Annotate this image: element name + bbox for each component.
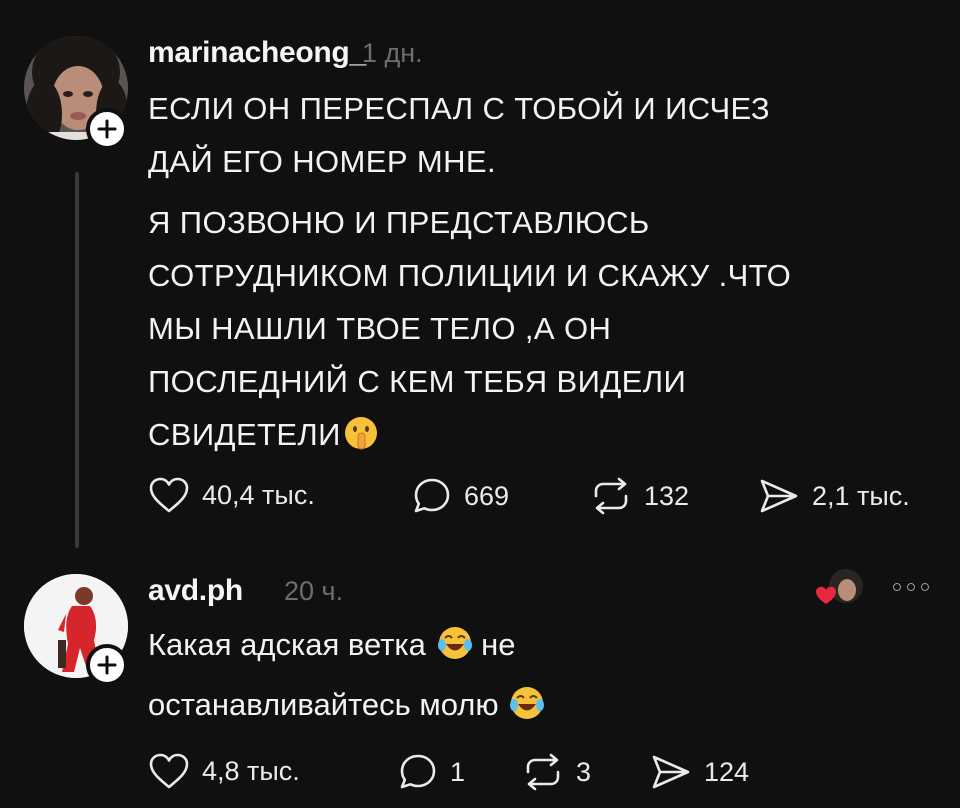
share-button[interactable]: 124 <box>650 752 749 792</box>
comment-icon <box>414 478 450 513</box>
tears-of-joy-emoji <box>509 684 545 738</box>
thread-line <box>75 172 79 548</box>
post-text-segment: ПОСЛЕДНИЙ С КЕМ ТЕБЯ ВИДЕЛИ <box>148 364 687 399</box>
more-dot <box>907 583 915 591</box>
post-text-line: СВИДЕТЕЛИ <box>148 408 938 467</box>
post-text-segment: СВИДЕТЕЛИ <box>148 417 341 452</box>
author-liked-indicator <box>810 566 866 610</box>
tears-of-joy-emoji <box>437 624 473 678</box>
post-text-line: МЫ НАШЛИ ТВОЕ ТЕЛО ,А ОН <box>148 311 612 346</box>
author-avatar-icon <box>816 569 863 604</box>
plus-icon <box>97 655 117 675</box>
send-icon <box>652 755 690 789</box>
reply-text-segment: Какая адская ветка <box>148 627 426 662</box>
repost-count: 3 <box>576 756 592 787</box>
repost-button[interactable]: 132 <box>590 476 689 516</box>
shushing-face-emoji <box>343 414 379 467</box>
post-text-line: ЕСЛИ ОН ПЕРЕСПАЛ С ТОБОЙ И ИСЧЕЗ <box>148 91 771 126</box>
more-dot <box>921 583 929 591</box>
more-dot <box>893 583 901 591</box>
reply-count: 1 <box>450 756 466 787</box>
reply-username[interactable]: avd.ph <box>148 574 243 608</box>
reply-button[interactable]: 669 <box>412 476 509 516</box>
heart-icon <box>149 753 189 789</box>
post-text: ЕСЛИ ОН ПЕРЕСПАЛ С ТОБОЙ И ИСЧЕЗ ДАЙ ЕГО… <box>148 82 938 467</box>
post-text-line: Я ПОЗВОНЮ И ПРЕДСТАВЛЮСЬ <box>148 205 650 240</box>
like-button[interactable]: 40,4 тыс. <box>148 476 315 514</box>
repost-button[interactable]: 3 <box>522 752 591 792</box>
post-text-line: ПОСЛЕДНИЙ С КЕМ ТЕБЯ ВИДЕЛИ <box>148 355 938 408</box>
comment-icon <box>400 754 436 789</box>
share-button[interactable]: 2,1 тыс. <box>758 476 910 516</box>
reply-text-segment: останавливайтесь молю <box>148 687 499 722</box>
reply-text: Какая адская ветка не останавливайтесь м… <box>148 618 928 738</box>
repost-count: 132 <box>644 480 690 511</box>
repost-icon <box>594 477 628 515</box>
post-timestamp: 1 дн. <box>362 38 423 68</box>
reply-text-segment: не <box>481 627 516 662</box>
follow-button[interactable] <box>86 108 128 150</box>
post-text-line: ДАЙ ЕГО НОМЕР МНЕ. <box>148 144 497 179</box>
share-count: 124 <box>704 756 750 787</box>
reply-count: 669 <box>464 480 510 511</box>
post-username[interactable]: marinacheong_ <box>148 36 366 70</box>
share-count: 2,1 тыс. <box>812 480 910 511</box>
follow-button[interactable] <box>86 644 128 686</box>
post-text-line: СОТРУДНИКОМ ПОЛИЦИИ И СКАЖУ .ЧТО <box>148 258 792 293</box>
repost-icon <box>526 753 560 791</box>
more-icon[interactable] <box>893 583 929 591</box>
reply-text-line: останавливайтесь молю <box>148 678 928 738</box>
heart-icon <box>149 477 189 513</box>
send-icon <box>760 479 798 513</box>
like-button[interactable]: 4,8 тыс. <box>148 752 300 790</box>
plus-icon <box>97 119 117 139</box>
reply-timestamp: 20 ч. <box>284 576 344 606</box>
like-count: 4,8 тыс. <box>202 755 300 786</box>
reply-button[interactable]: 1 <box>398 752 465 792</box>
reply-text-line: Какая адская ветка не <box>148 618 928 678</box>
like-count: 40,4 тыс. <box>202 479 315 510</box>
